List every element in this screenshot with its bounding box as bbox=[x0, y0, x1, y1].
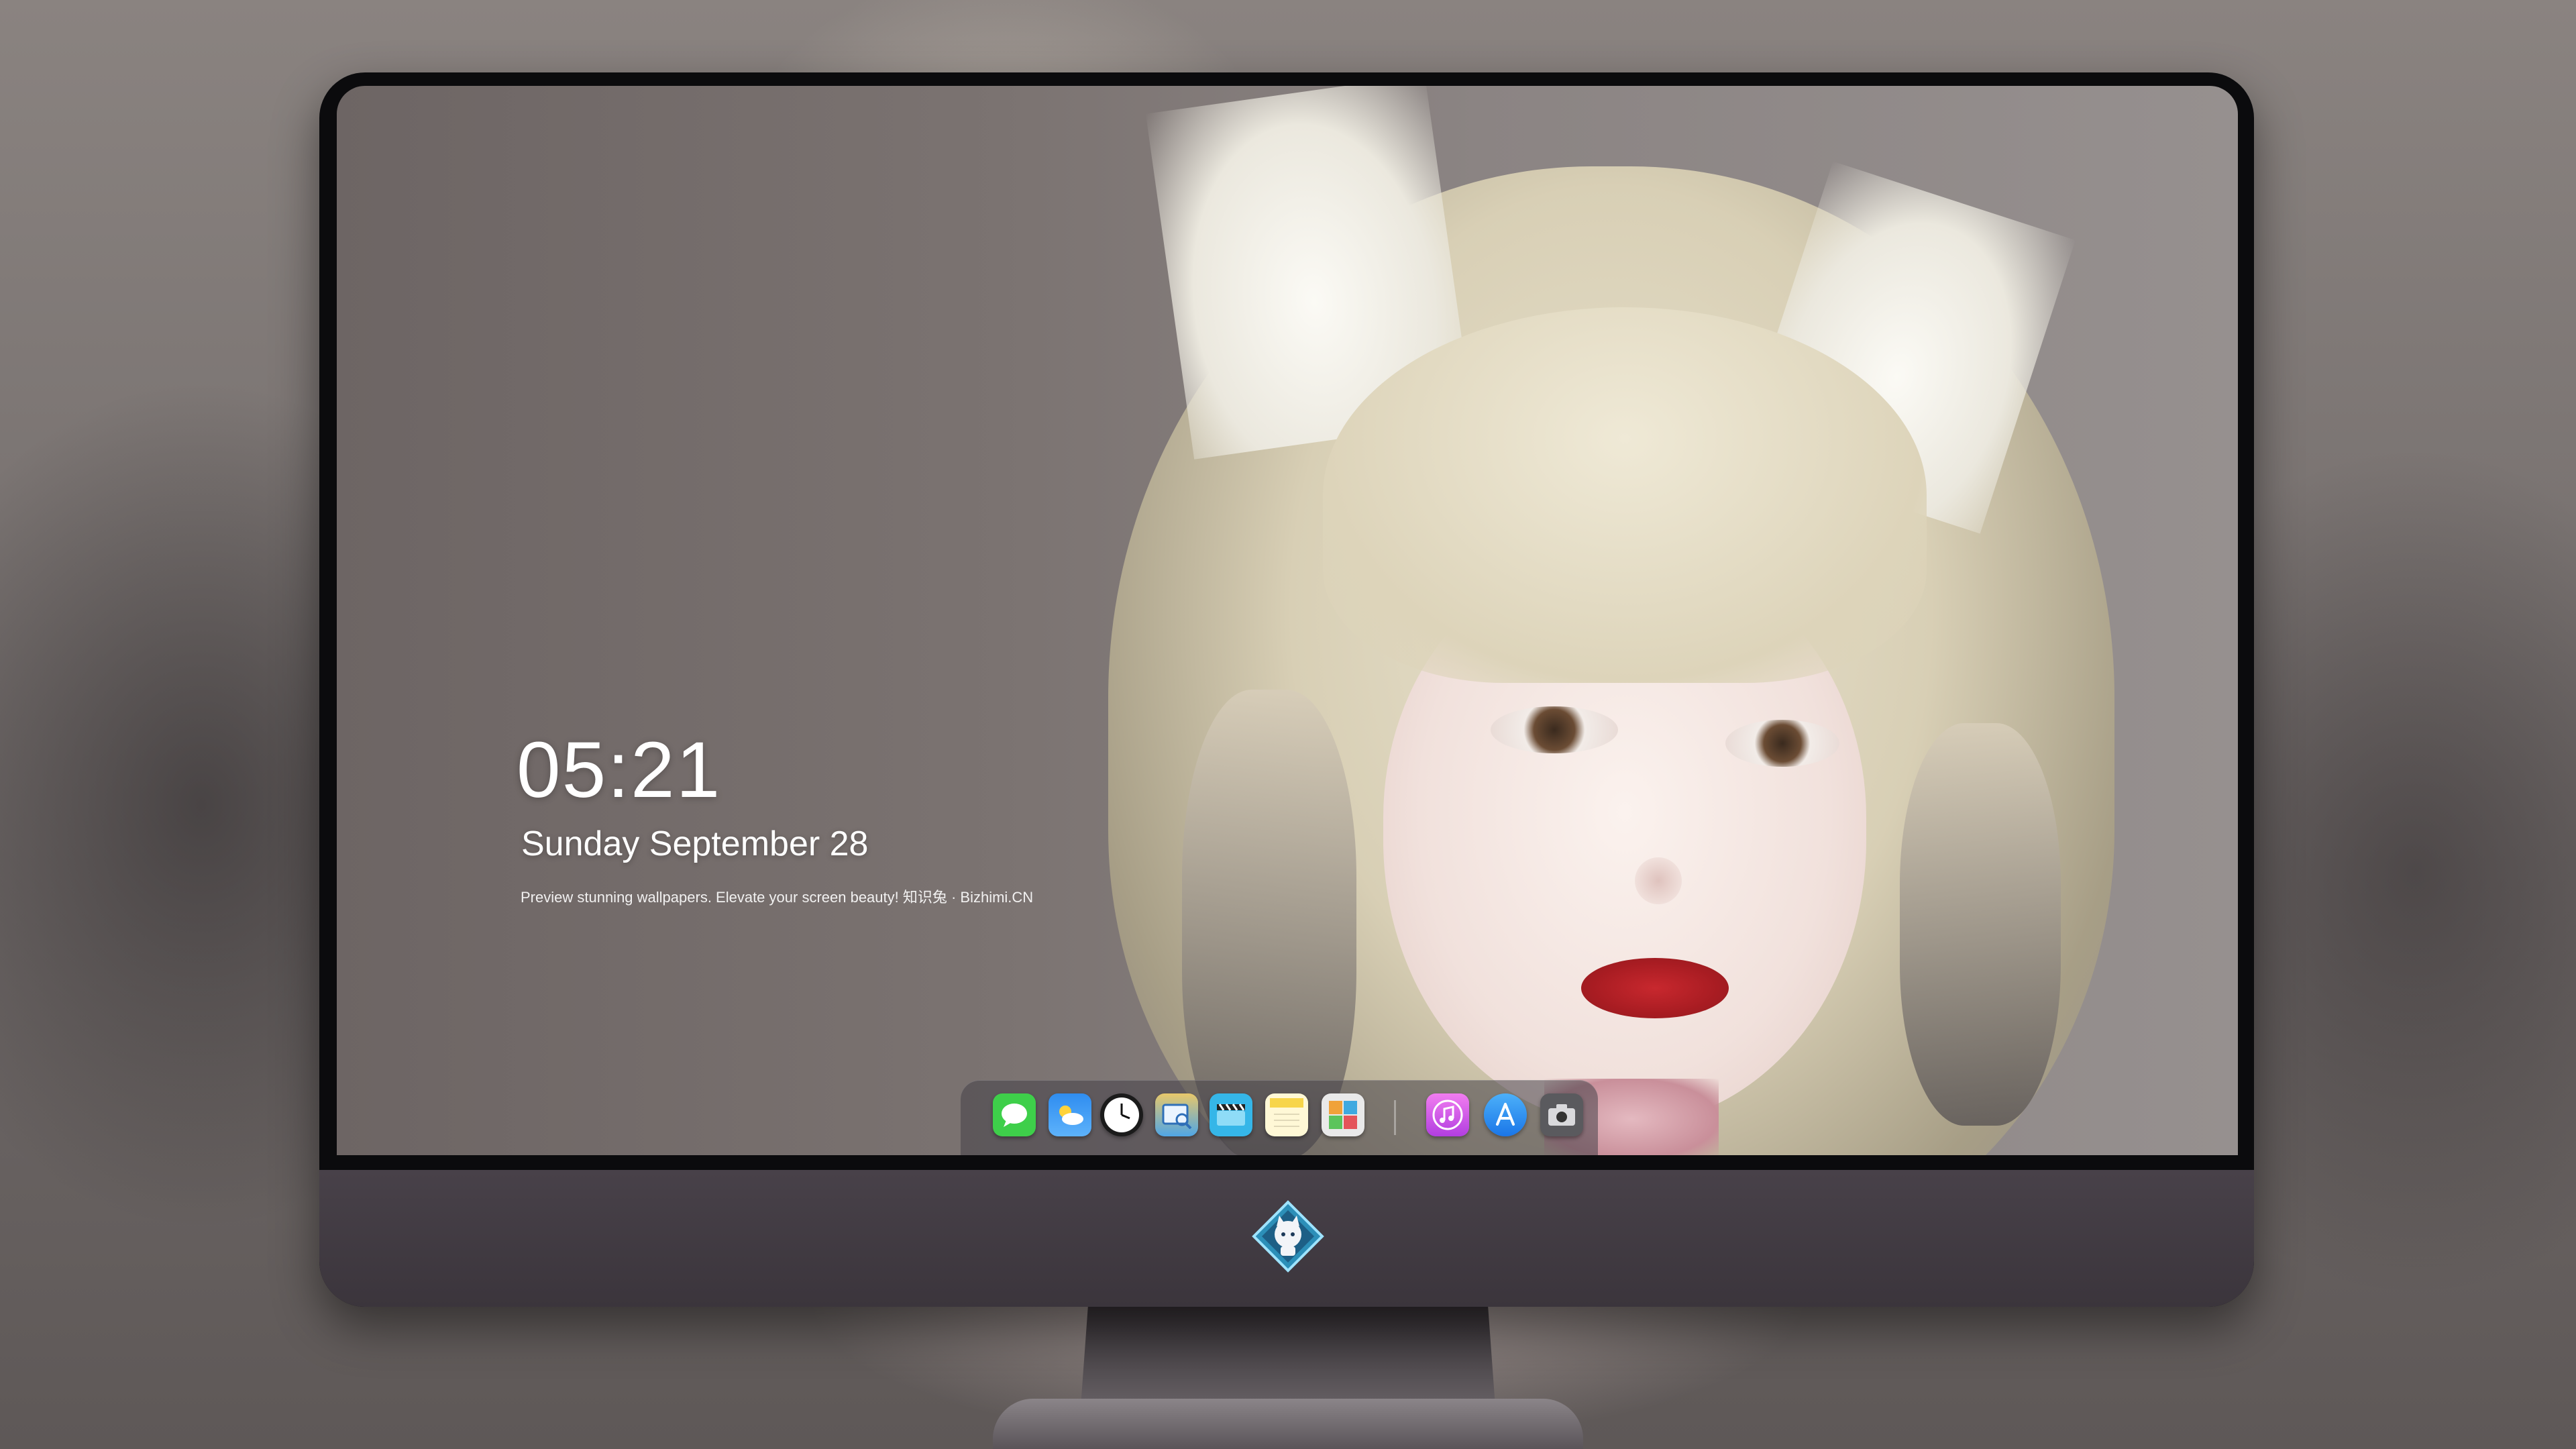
monitor-stand-base bbox=[993, 1399, 1583, 1449]
camera-icon[interactable] bbox=[1540, 1093, 1583, 1136]
photo-booth-icon[interactable] bbox=[1322, 1093, 1364, 1136]
clapper-icon[interactable] bbox=[1210, 1093, 1252, 1136]
preview-icon[interactable] bbox=[1155, 1093, 1198, 1136]
desktop-screen[interactable] bbox=[337, 86, 2238, 1155]
lockscreen-date: Sunday September 28 bbox=[521, 824, 869, 863]
clock-icon[interactable] bbox=[1100, 1093, 1143, 1136]
messages-icon[interactable] bbox=[993, 1093, 1036, 1136]
notes-icon[interactable] bbox=[1265, 1093, 1308, 1136]
music-icon[interactable] bbox=[1426, 1093, 1469, 1136]
cat-mascot-logo bbox=[1251, 1199, 1325, 1273]
wallpaper-eye-left bbox=[1491, 706, 1618, 753]
wallpaper-bangs bbox=[1323, 307, 1927, 683]
wallpaper-lips bbox=[1581, 958, 1729, 1018]
weather-icon[interactable] bbox=[1049, 1093, 1091, 1136]
lockscreen-caption: Preview stunning wallpapers. Elevate you… bbox=[521, 889, 1034, 906]
dock-separator bbox=[1394, 1100, 1396, 1135]
app-store-icon[interactable] bbox=[1484, 1093, 1527, 1136]
wallpaper-nose bbox=[1635, 857, 1682, 904]
wallpaper-eye-right bbox=[1725, 720, 1839, 767]
wallpaper-hair-strands-right bbox=[1900, 723, 2061, 1126]
lockscreen-clock: 05:21 bbox=[517, 726, 722, 814]
screen-bottom-edge bbox=[319, 1161, 2254, 1170]
